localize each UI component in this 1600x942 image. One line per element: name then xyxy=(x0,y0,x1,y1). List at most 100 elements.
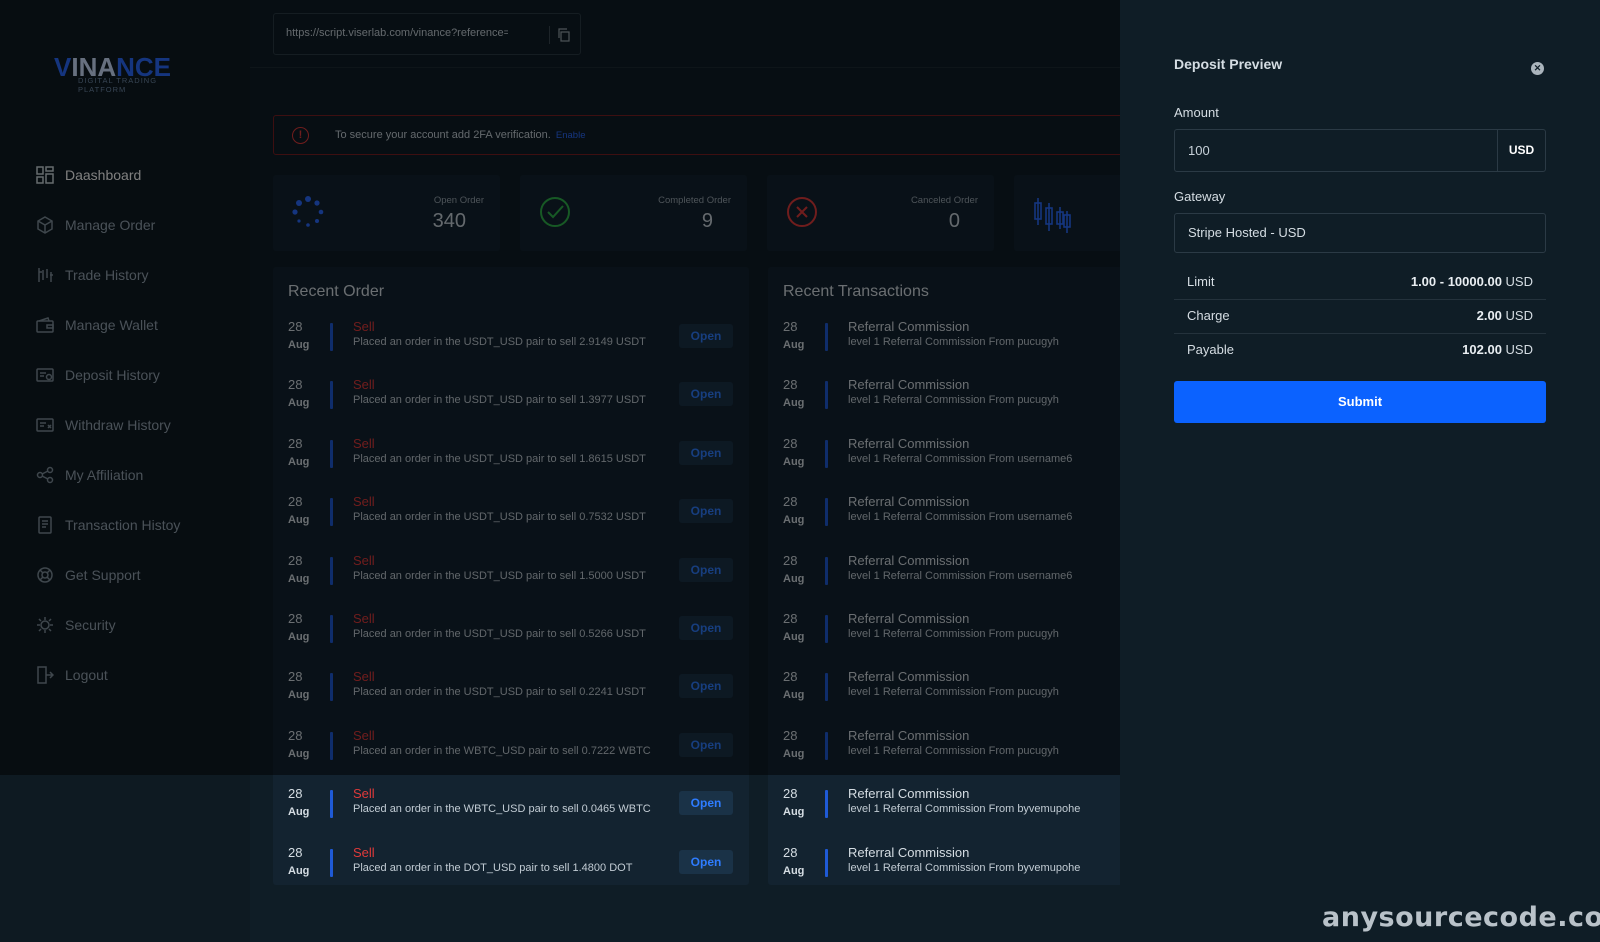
transaction-row: 28 Aug Referral Commission level 1 Referral… xyxy=(768,845,1138,885)
sidebar-item-transaction-history[interactable]: Transaction Histoy xyxy=(0,500,250,550)
row-accent-bar xyxy=(330,556,333,585)
sidebar-item-logout[interactable]: Logout xyxy=(0,650,250,700)
txn-title: Referral Commission xyxy=(848,494,970,510)
recent-order-panel: Recent Order 28 Aug Sell Placed an order in… xyxy=(273,267,749,885)
order-day: 28 xyxy=(288,435,303,451)
stat-trades[interactable] xyxy=(1014,175,1134,251)
referral-link-box[interactable]: https://script.viserlab.com/vinance?refe… xyxy=(273,13,581,55)
status-badge[interactable]: Open xyxy=(679,791,733,816)
txn-description: level 1 Referral Commission From usernam… xyxy=(848,452,1073,465)
status-badge[interactable]: Open xyxy=(679,674,733,699)
row-accent-bar xyxy=(825,615,828,643)
status-badge[interactable]: Open xyxy=(679,499,733,524)
submit-button[interactable]: Submit xyxy=(1174,381,1546,423)
txn-day: 28 xyxy=(783,377,798,393)
sidebar-item-security[interactable]: Security xyxy=(0,600,250,650)
order-type: Sell xyxy=(353,552,375,568)
order-month: Aug xyxy=(288,572,310,585)
amount-input[interactable] xyxy=(1175,130,1498,171)
row-accent-bar xyxy=(330,439,333,468)
stat-completed-order[interactable]: Completed Order 9 xyxy=(520,175,747,251)
row-accent-bar xyxy=(825,790,828,819)
transaction-row: 28 Aug Referral Commission level 1 Referral… xyxy=(768,669,1138,727)
panel-title: Recent Order xyxy=(288,283,385,300)
txn-title: Referral Commission xyxy=(848,377,970,393)
row-accent-bar xyxy=(825,498,828,527)
txn-month: Aug xyxy=(783,864,805,877)
transaction-row: 28 Aug Referral Commission level 1 Referral… xyxy=(768,553,1138,611)
referral-url[interactable]: https://script.viserlab.com/vinance?refe… xyxy=(286,27,508,39)
txn-month: Aug xyxy=(783,689,805,702)
sidebar-item-label: Daashboard xyxy=(65,167,142,183)
txn-day: 28 xyxy=(783,669,798,685)
sidebar-item-trade-history[interactable]: Trade History xyxy=(0,250,250,300)
deposit-history-icon xyxy=(36,366,54,384)
txn-day: 28 xyxy=(783,844,798,860)
top-bar: https://script.viserlab.com/vinance?refe… xyxy=(250,0,1120,68)
check-circle-icon xyxy=(538,195,572,229)
sidebar-item-get-support[interactable]: Get Support xyxy=(0,550,250,600)
txn-title: Referral Commission xyxy=(848,786,970,802)
brand-logo[interactable]: VINANCE DIGITAL TRADING PLATFORM xyxy=(54,52,204,94)
txn-description: level 1 Referral Commission From usernam… xyxy=(848,511,1073,524)
sidebar-item-dashboard[interactable]: Daashboard xyxy=(0,150,250,200)
row-accent-bar xyxy=(330,615,333,643)
txn-description: level 1 Referral Commission From pucugyh xyxy=(848,628,1059,640)
order-row: 28 Aug Sell Placed an order in the DOT_USD … xyxy=(273,845,749,885)
txn-description: level 1 Referral Commission From pucugyh xyxy=(848,336,1059,348)
row-accent-bar xyxy=(330,790,333,819)
copy-icon[interactable] xyxy=(557,27,571,42)
watermark-text: anysourcecode.com xyxy=(1322,902,1600,933)
sidebar-item-label: Deposit History xyxy=(65,367,160,383)
txn-month: Aug xyxy=(783,747,805,760)
order-day: 28 xyxy=(288,552,303,568)
divider xyxy=(549,26,550,44)
close-icon[interactable]: ✕ xyxy=(1531,62,1544,75)
order-description: Placed an order in the USDT_USD pair to … xyxy=(353,511,646,524)
txn-description: level 1 Referral Commission From pucugyh xyxy=(848,394,1059,407)
status-badge[interactable]: Open xyxy=(679,557,733,582)
transaction-row: 28 Aug Referral Commission level 1 Referral… xyxy=(768,786,1138,844)
sidebar-item-label: Withdraw History xyxy=(65,417,171,433)
txn-title: Referral Commission xyxy=(848,319,970,334)
txn-month: Aug xyxy=(783,455,805,468)
row-accent-bar xyxy=(825,439,828,468)
enable-2fa-link[interactable]: Enable xyxy=(556,130,586,141)
status-badge[interactable]: Open xyxy=(679,849,733,874)
status-badge[interactable]: Open xyxy=(679,440,733,465)
row-accent-bar xyxy=(330,323,333,351)
sidebar-item-my-affiliation[interactable]: My Affiliation xyxy=(0,450,250,500)
status-badge[interactable]: Open xyxy=(679,616,733,640)
txn-day: 28 xyxy=(783,435,798,451)
sidebar-item-deposit-history[interactable]: Deposit History xyxy=(0,350,250,400)
amount-currency: USD xyxy=(1497,130,1545,171)
sidebar-item-withdraw-history[interactable]: Withdraw History xyxy=(0,400,250,450)
logout-icon xyxy=(36,666,55,684)
row-accent-bar xyxy=(825,556,828,585)
sidebar: VINANCE DIGITAL TRADING PLATFORM Daashbo… xyxy=(0,0,250,942)
txn-title: Referral Commission xyxy=(848,435,970,451)
order-day: 28 xyxy=(288,786,303,802)
txn-title: Referral Commission xyxy=(848,552,970,568)
status-badge[interactable]: Open xyxy=(679,324,733,348)
stat-open-order[interactable]: Open Order 340 xyxy=(273,175,500,251)
support-icon xyxy=(36,566,54,584)
order-description: Placed an order in the WBTC_USD pair to … xyxy=(353,803,651,816)
sidebar-item-manage-wallet[interactable]: Manage Wallet xyxy=(0,300,250,350)
limit-row: Limit 1.00 - 10000.00 USD xyxy=(1174,266,1546,300)
trade-history-icon xyxy=(36,266,54,284)
status-badge[interactable]: Open xyxy=(679,382,733,407)
gateway-select[interactable]: Stripe Hosted - USD xyxy=(1174,213,1546,253)
order-month: Aug xyxy=(288,864,310,877)
sidebar-item-manage-order[interactable]: Manage Order xyxy=(0,200,250,250)
row-accent-bar xyxy=(825,848,828,877)
txn-description: level 1 Referral Commission From byvemup… xyxy=(848,861,1081,874)
sidebar-item-label: Transaction Histoy xyxy=(65,517,181,533)
order-month: Aug xyxy=(288,631,310,643)
order-day: 28 xyxy=(288,611,303,626)
2fa-alert: ! To secure your account add 2FA verific… xyxy=(273,115,1123,155)
transaction-icon xyxy=(36,516,54,534)
row-accent-bar xyxy=(330,381,333,410)
stat-canceled-order[interactable]: Canceled Order 0 xyxy=(767,175,994,251)
status-badge[interactable]: Open xyxy=(679,732,733,757)
